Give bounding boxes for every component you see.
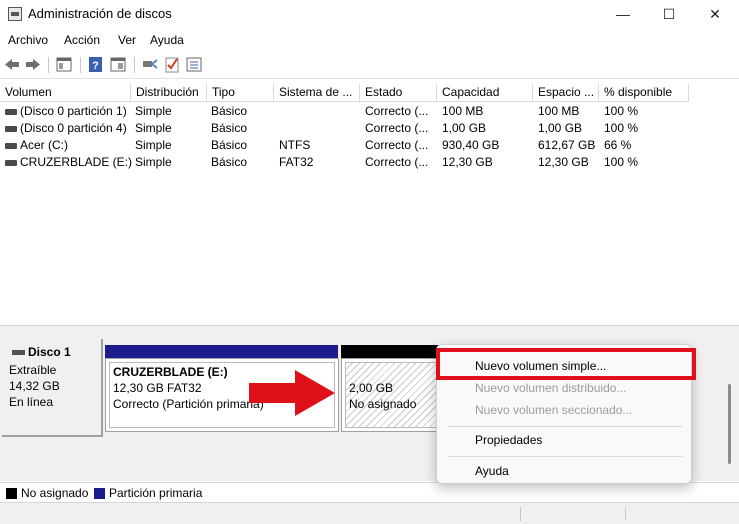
close-button[interactable]: ✕	[692, 0, 738, 28]
cell-volume: Acer (C:)	[20, 138, 68, 152]
menu-item-propiedades[interactable]: Propiedades	[475, 433, 542, 447]
cell-fs: NTFS	[279, 138, 311, 152]
maximize-button[interactable]: ☐	[646, 0, 692, 28]
cell-layout: Simple	[135, 121, 172, 135]
list-icon[interactable]	[185, 56, 203, 73]
menu-ver[interactable]: Ver	[118, 33, 136, 47]
column-header-espacio[interactable]: Espacio ...	[533, 84, 599, 102]
legend-label-primary: Partición primaria	[109, 486, 203, 500]
toolbar-separator	[134, 57, 135, 73]
cell-capacity: 100 MB	[442, 104, 484, 118]
properties-icon[interactable]	[109, 56, 127, 73]
status-separator	[520, 507, 521, 521]
disk-info-panel[interactable]: Disco 1 Extraíble 14,32 GB En línea	[2, 339, 103, 437]
partition-size: 12,30 GB FAT32	[113, 381, 202, 395]
volume-list: Volumen Distribución Tipo Sistema de ...…	[0, 81, 739, 325]
legend: No asignado Partición primaria	[0, 482, 739, 502]
toolbar: ?	[0, 51, 739, 79]
volume-drive-icon	[5, 160, 17, 166]
check-icon[interactable]	[163, 56, 181, 73]
title-bar: Administración de discos — ☐ ✕	[0, 0, 739, 28]
column-header-volumen[interactable]: Volumen	[0, 84, 131, 102]
toolbar-separator	[80, 57, 81, 73]
minimize-button[interactable]: —	[600, 0, 646, 28]
disk-size: 14,32 GB	[9, 379, 60, 393]
help-icon[interactable]: ?	[87, 56, 105, 73]
partition-title: CRUZERBLADE (E:)	[113, 365, 228, 379]
disk-icon	[12, 350, 25, 355]
cell-free: 100 MB	[538, 104, 580, 118]
legend-swatch-unallocated	[6, 488, 17, 499]
column-header-capacidad[interactable]: Capacidad	[437, 84, 533, 102]
status-bar	[0, 502, 739, 524]
cell-type: Básico	[211, 121, 248, 135]
cell-free: 1,00 GB	[538, 121, 583, 135]
cell-pct: 100 %	[604, 155, 639, 169]
status-separator	[625, 507, 626, 521]
cell-capacity: 12,30 GB	[442, 155, 493, 169]
back-icon[interactable]	[3, 56, 21, 73]
disk-management-app-icon	[8, 7, 22, 21]
menu-archivo[interactable]: Archivo	[8, 33, 48, 47]
unallocated-size: 2,00 GB	[349, 381, 394, 395]
cell-volume: (Disco 0 partición 1)	[20, 104, 127, 118]
highlight-annotation-box	[436, 348, 696, 380]
menu-separator	[447, 426, 683, 427]
cell-pct: 100 %	[604, 121, 639, 135]
cell-capacity: 930,40 GB	[442, 138, 500, 152]
cell-pct: 66 %	[604, 138, 632, 152]
menu-bar: Archivo Acción Ver Ayuda	[0, 29, 739, 51]
cell-layout: Simple	[135, 138, 172, 152]
cell-fs: FAT32	[279, 155, 314, 169]
vertical-scrollbar[interactable]	[724, 329, 736, 481]
column-header-tipo[interactable]: Tipo	[207, 84, 274, 102]
disk-kind: Extraíble	[9, 363, 57, 377]
menu-item-nuevo-volumen-distribuido: Nuevo volumen distribuido...	[475, 381, 627, 395]
cell-free: 12,30 GB	[538, 155, 589, 169]
disk-name: Disco 1	[28, 345, 71, 359]
legend-swatch-primary	[94, 488, 105, 499]
volume-drive-icon	[5, 126, 17, 132]
cell-layout: Simple	[135, 155, 172, 169]
cell-status: Correcto (...	[365, 121, 429, 135]
window-title: Administración de discos	[28, 6, 172, 21]
menu-item-nuevo-volumen-seccionado: Nuevo volumen seccionado...	[475, 403, 633, 417]
cell-type: Básico	[211, 138, 248, 152]
toolbar-separator	[48, 57, 49, 73]
cell-type: Básico	[211, 155, 248, 169]
column-header-sistema[interactable]: Sistema de ...	[274, 84, 360, 102]
cell-status: Correcto (...	[365, 138, 429, 152]
menu-separator	[447, 456, 683, 457]
cell-status: Correcto (...	[365, 104, 429, 118]
cell-pct: 100 %	[604, 104, 639, 118]
annotation-arrow-icon	[249, 370, 335, 416]
connect-icon[interactable]	[141, 56, 159, 73]
disk-state: En línea	[9, 395, 54, 409]
cell-volume: (Disco 0 partición 4)	[20, 121, 127, 135]
volume-drive-icon	[5, 143, 17, 149]
column-header-estado[interactable]: Estado	[360, 84, 437, 102]
cell-layout: Simple	[135, 104, 172, 118]
menu-item-ayuda[interactable]: Ayuda	[475, 464, 509, 478]
svg-text:?: ?	[92, 60, 99, 72]
cell-status: Correcto (...	[365, 155, 429, 169]
cell-capacity: 1,00 GB	[442, 121, 487, 135]
cell-free: 612,67 GB	[538, 138, 596, 152]
console-tree-icon[interactable]	[55, 56, 73, 73]
scrollbar-thumb[interactable]	[728, 384, 731, 464]
menu-ayuda[interactable]: Ayuda	[150, 33, 184, 47]
column-header-disponible[interactable]: % disponible	[599, 84, 689, 102]
unallocated-status: No asignado	[349, 397, 417, 411]
menu-accion[interactable]: Acción	[64, 33, 100, 47]
cell-type: Básico	[211, 104, 248, 118]
partition-status: Correcto (Partición primaria)	[113, 397, 264, 411]
forward-icon[interactable]	[24, 56, 42, 73]
legend-label-unallocated: No asignado	[21, 486, 89, 500]
column-header-distribucion[interactable]: Distribución	[131, 84, 207, 102]
volume-drive-icon	[5, 109, 17, 115]
primary-partition-bar	[105, 345, 338, 358]
cell-volume: CRUZERBLADE (E:)	[20, 155, 133, 169]
